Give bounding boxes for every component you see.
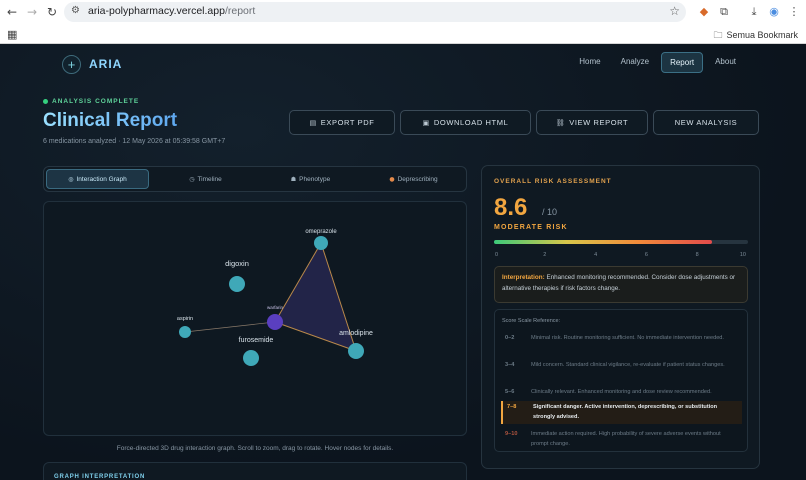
risk-bar	[494, 240, 748, 244]
label-aspirin: aspirin	[177, 316, 193, 322]
status-dot-icon	[43, 98, 48, 104]
browser-chrome: ← → ↻ ⚙ aria-polypharmacy.vercel.app/rep…	[0, 0, 806, 44]
label-amlodipine: amlodipine	[339, 330, 373, 337]
node-furosemide[interactable]	[243, 350, 259, 366]
save-icon: ▣	[422, 118, 430, 127]
tab-interaction-graph[interactable]: ◎ Interaction Graph	[46, 169, 149, 189]
graph-interpretation-panel: GRAPH INTERPRETATION	[43, 462, 467, 480]
nav-report[interactable]: Report	[661, 52, 704, 73]
download-icon[interactable]: ⤓	[746, 4, 762, 20]
scale-row: 5–6 Clinically relevant. Enhanced monitor…	[505, 389, 712, 395]
file-icon: ▤	[309, 118, 317, 127]
label-digoxin: digoxin	[225, 259, 249, 268]
scale-row: 0–2 Minimal risk. Routine monitoring suff…	[505, 335, 724, 341]
menu-dots-icon[interactable]: ⋮	[786, 4, 802, 20]
url-text: aria-polypharmacy.vercel.app/report	[88, 5, 256, 17]
node-aspirin[interactable]	[179, 326, 191, 338]
bookmark-star-icon[interactable]: ☆	[669, 4, 680, 18]
tick-2: 2	[543, 252, 547, 258]
scale-row: 3–4 Mild concern. Standard clinical vigil…	[505, 362, 725, 368]
interaction-graph-canvas[interactable]: omeprazole digoxin aspirin warfarin amlo…	[44, 202, 468, 437]
status-badge: ANALYSIS COMPLETE	[43, 98, 139, 105]
reload-icon[interactable]: ↻	[44, 4, 60, 20]
page-title: Clinical Report	[43, 110, 178, 131]
download-html-button[interactable]: ▣ DOWNLOAD HTML	[400, 110, 531, 135]
site-info-icon[interactable]: ⚙	[71, 5, 80, 16]
apps-grid-icon[interactable]: ▦	[7, 28, 17, 41]
edge-aspirin-warfarin	[184, 321, 276, 333]
interpretation-box: Interpretation: Enhanced monitoring reco…	[494, 266, 748, 303]
page-subtitle: 6 medications analyzed · 12 May 2026 at …	[43, 138, 226, 145]
tick-10: 10	[739, 252, 746, 258]
score-scale-reference: Score Scale Reference: 0–2 Minimal risk. …	[494, 309, 748, 452]
risk-score: 8.6	[494, 194, 528, 221]
brand-name: ARIA	[89, 57, 123, 71]
tab-deprescribing[interactable]: ● Deprescribing	[362, 169, 465, 189]
nav-about[interactable]: About	[707, 52, 744, 73]
tick-4: 4	[594, 252, 598, 258]
extension-fox-icon[interactable]: ◆	[696, 4, 712, 20]
graph-interpretation-heading: GRAPH INTERPRETATION	[54, 474, 146, 480]
top-nav: Home Analyze Report About	[571, 52, 744, 73]
folder-icon: 🗀	[713, 31, 723, 41]
tick-6: 6	[644, 252, 648, 258]
plus-logo-icon: +	[62, 54, 81, 74]
node-digoxin[interactable]	[229, 276, 245, 292]
view-tabs: ◎ Interaction Graph ◷ Timeline ☗ Phenotype …	[43, 166, 467, 192]
extensions-puzzle-icon[interactable]: ⧉	[716, 4, 732, 20]
action-bar: ▤ EXPORT PDF ▣ DOWNLOAD HTML ⛓ VIEW REPORT …	[289, 110, 759, 135]
interpretation-label: Interpretation:	[502, 274, 545, 281]
scale-title: Score Scale Reference:	[502, 318, 561, 324]
forward-icon[interactable]: →	[24, 4, 40, 20]
export-pdf-button[interactable]: ▤ EXPORT PDF	[289, 110, 395, 135]
all-bookmarks[interactable]: 🗀 Semua Bookmark	[713, 28, 798, 44]
nav-home[interactable]: Home	[571, 52, 608, 73]
nav-analyze[interactable]: Analyze	[613, 52, 657, 73]
tab-timeline[interactable]: ◷ Timeline	[154, 169, 257, 189]
node-amlodipine[interactable]	[348, 343, 364, 359]
person-icon: ☗	[290, 175, 297, 183]
risk-level: MODERATE RISK	[494, 224, 568, 231]
back-icon[interactable]: ←	[4, 4, 20, 20]
tick-0: 0	[495, 252, 499, 258]
label-furosemide: furosemide	[239, 337, 274, 344]
graph-caption: Force-directed 3D drug interaction graph…	[116, 445, 394, 452]
graph-icon: ◎	[68, 175, 74, 183]
risk-max: / 10	[542, 207, 558, 217]
profile-shield-icon[interactable]: ◉	[766, 4, 782, 20]
interaction-graph-panel[interactable]: omeprazole digoxin aspirin warfarin amlo…	[43, 201, 467, 436]
scale-row-active: 7–8 Significant danger. Active interventi…	[501, 401, 742, 424]
app-root: + ARIA Home Analyze Report About ANALYSI…	[0, 44, 806, 480]
label-warfarin: warfarin	[267, 305, 284, 310]
node-omeprazole[interactable]	[314, 236, 328, 250]
pill-icon: ●	[389, 175, 395, 183]
risk-assessment-panel: OVERALL RISK ASSESSMENT 8.6 / 10 MODERAT…	[481, 165, 760, 469]
link-icon: ⛓	[555, 118, 566, 127]
scale-row: 9–10 Immediate action required. High prob…	[505, 431, 721, 447]
risk-ticks: 0 2 4 6 8 10	[494, 252, 748, 260]
view-report-button[interactable]: ⛓ VIEW REPORT	[536, 110, 648, 135]
tab-phenotype[interactable]: ☗ Phenotype	[259, 169, 362, 189]
risk-bar-fill	[494, 240, 713, 244]
risk-heading: OVERALL RISK ASSESSMENT	[494, 178, 612, 185]
clock-icon: ◷	[189, 175, 195, 183]
node-warfarin[interactable]	[267, 314, 283, 330]
tick-8: 8	[695, 252, 699, 258]
brand[interactable]: + ARIA	[62, 54, 122, 74]
new-analysis-button[interactable]: NEW ANALYSIS	[653, 110, 759, 135]
address-bar[interactable]: ⚙ aria-polypharmacy.vercel.app/report ☆	[64, 2, 686, 22]
label-omeprazole: omeprazole	[305, 229, 337, 235]
